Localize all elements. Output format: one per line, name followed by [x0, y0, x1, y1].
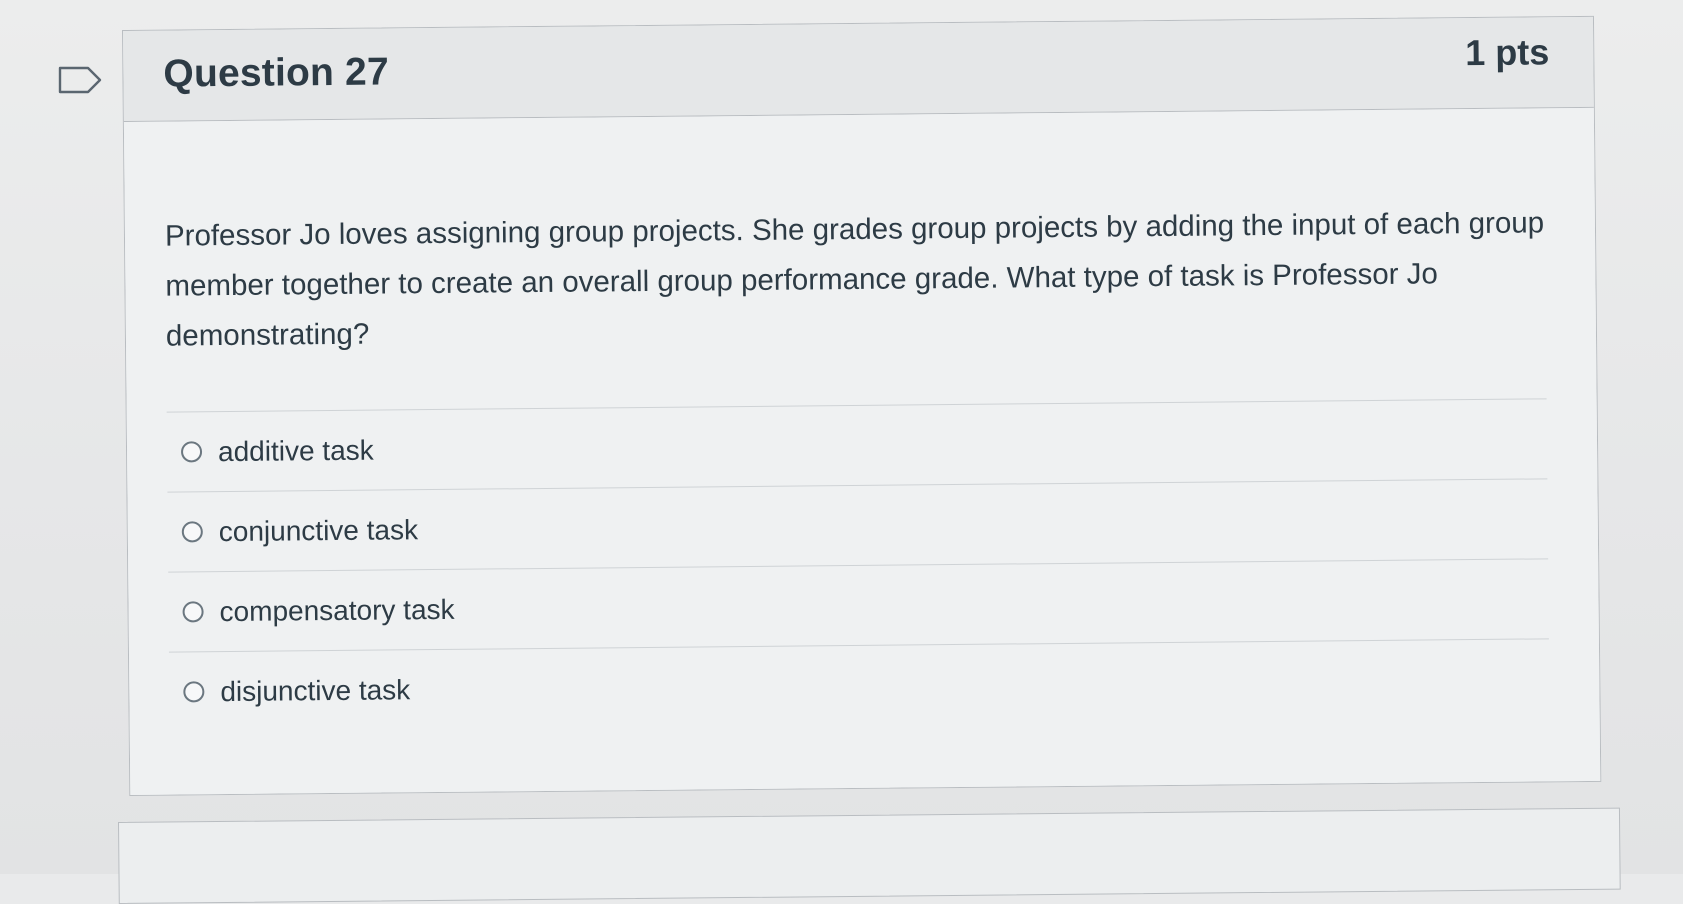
- answer-list: additive task conjunctive task compensat…: [166, 398, 1550, 732]
- question-title: Question 27: [163, 50, 390, 96]
- answer-label: additive task: [217, 434, 374, 467]
- question-card: Question 27 1 pts Professor Jo loves ass…: [122, 15, 1602, 796]
- answer-label: compensatory task: [219, 593, 455, 627]
- radio-button[interactable]: [181, 521, 203, 543]
- answer-option-additive[interactable]: additive task: [166, 398, 1548, 492]
- next-question-card: [118, 807, 1621, 904]
- radio-button[interactable]: [180, 441, 203, 463]
- question-text: Professor Jo loves assigning group proje…: [164, 206, 1545, 353]
- question-body: Professor Jo loves assigning group proje…: [123, 107, 1601, 795]
- question-points: 1 pts: [1465, 31, 1550, 74]
- radio-button[interactable]: [183, 681, 205, 703]
- answer-label: conjunctive task: [218, 513, 419, 547]
- flag-icon[interactable]: [58, 66, 102, 94]
- question-header: Question 27 1 pts: [123, 16, 1594, 122]
- answer-option-disjunctive[interactable]: disjunctive task: [168, 638, 1550, 732]
- answer-option-conjunctive[interactable]: conjunctive task: [167, 478, 1549, 572]
- answer-label: disjunctive task: [220, 673, 411, 707]
- quiz-page: Question 27 1 pts Professor Jo loves ass…: [0, 0, 1683, 904]
- answer-option-compensatory[interactable]: compensatory task: [168, 558, 1549, 652]
- radio-button[interactable]: [182, 601, 204, 623]
